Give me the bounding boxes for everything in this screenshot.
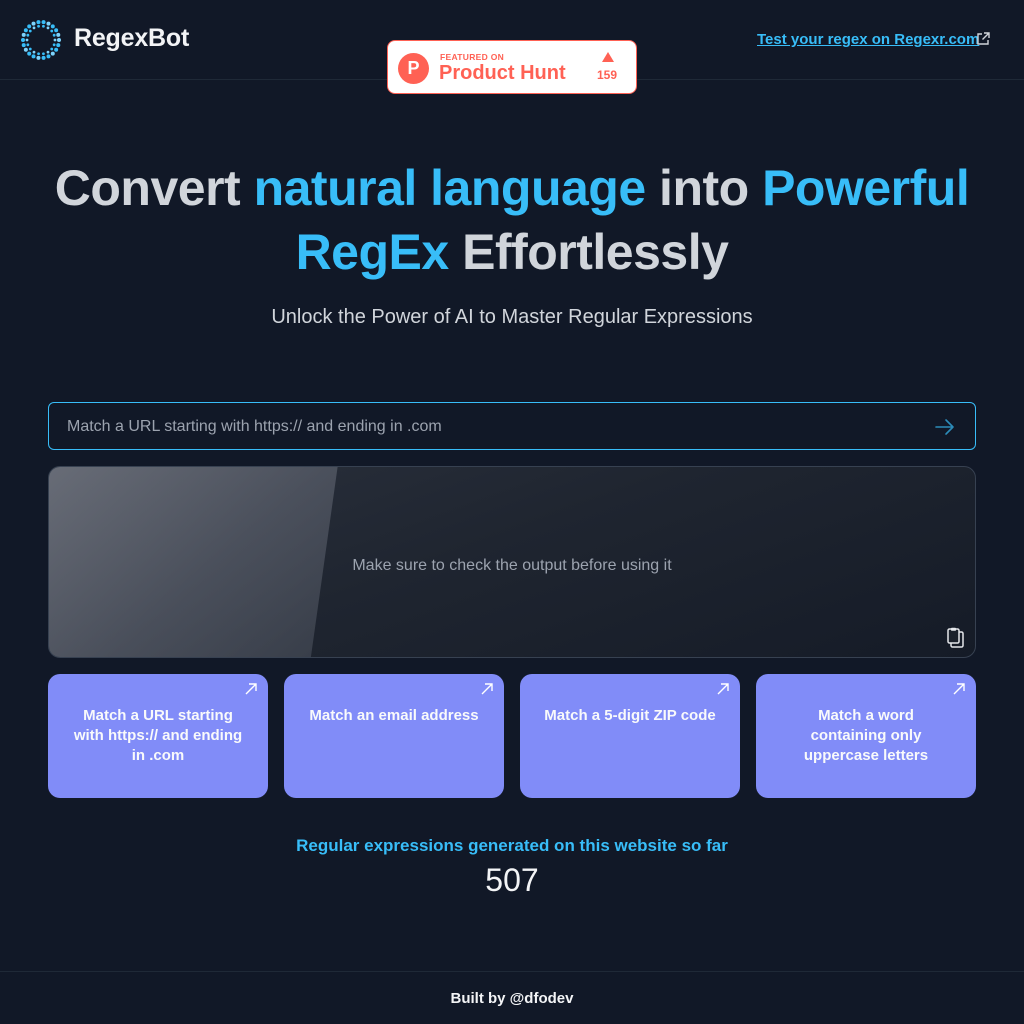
- hero-subtitle: Unlock the Power of AI to Master Regular…: [271, 306, 753, 328]
- output-placeholder: Make sure to check the output before usi…: [352, 557, 672, 574]
- product-hunt-name: Product Hunt: [439, 62, 566, 84]
- regexbot-logo-icon[interactable]: [20, 19, 62, 61]
- prompt-form: [48, 402, 976, 451]
- hero-text-part: Convert: [54, 160, 254, 216]
- upvote-triangle-icon: [602, 52, 614, 62]
- upvote-count: 159: [597, 68, 618, 82]
- arrow-up-right-icon: [717, 683, 729, 695]
- stats-label: Regular expressions generated on this we…: [296, 836, 728, 855]
- brand-name[interactable]: RegexBot: [74, 24, 189, 53]
- site-footer: Built by @dfodev: [0, 971, 1024, 1024]
- arrow-up-right-icon: [953, 683, 965, 695]
- footer-credit[interactable]: Built by @dfodev: [0, 990, 1024, 1007]
- example-card-label: Match a URL starting with https:// and e…: [73, 707, 243, 764]
- hero-accent-natural-language: natural language: [253, 160, 647, 216]
- regexr-link[interactable]: Test your regex on Regexr.com: [757, 31, 979, 48]
- clipboard-icon[interactable]: [945, 627, 967, 649]
- example-card-zip[interactable]: Match a 5-digit ZIP code: [520, 674, 740, 798]
- example-card-label: Match an email address: [309, 707, 479, 724]
- arrow-right-icon[interactable]: [933, 415, 957, 439]
- product-hunt-featured-label: FEATURED ON: [440, 52, 505, 62]
- arrow-up-right-icon: [481, 683, 493, 695]
- external-link-icon[interactable]: [975, 31, 991, 47]
- prompt-input[interactable]: [65, 403, 919, 451]
- product-hunt-badge[interactable]: P FEATURED ON Product Hunt 159: [387, 40, 637, 94]
- hero-text-part: into: [645, 160, 763, 216]
- regex-output-panel[interactable]: Make sure to check the output before usi…: [48, 466, 976, 658]
- example-card-label: Match a 5-digit ZIP code: [544, 707, 716, 724]
- example-card-label: Match a word containing only uppercase l…: [803, 707, 929, 764]
- example-card-uppercase[interactable]: Match a word containing only uppercase l…: [756, 674, 976, 798]
- example-card-url[interactable]: Match a URL starting with https:// and e…: [48, 674, 268, 798]
- hero-text-part: Effortlessly: [448, 224, 729, 280]
- example-card-email[interactable]: Match an email address: [284, 674, 504, 798]
- hero-accent-powerful: Powerful: [762, 160, 970, 216]
- product-hunt-logo-icon: P: [398, 53, 429, 84]
- arrow-up-right-icon: [245, 683, 257, 695]
- hero-accent-regex: RegEx: [295, 224, 450, 280]
- site-header: RegexBot P FEATURED ON Product Hunt 159 …: [0, 0, 1024, 94]
- stats-count: 507: [485, 862, 539, 898]
- hero-heading: Convert natural language into Powerful R…: [0, 156, 1024, 284]
